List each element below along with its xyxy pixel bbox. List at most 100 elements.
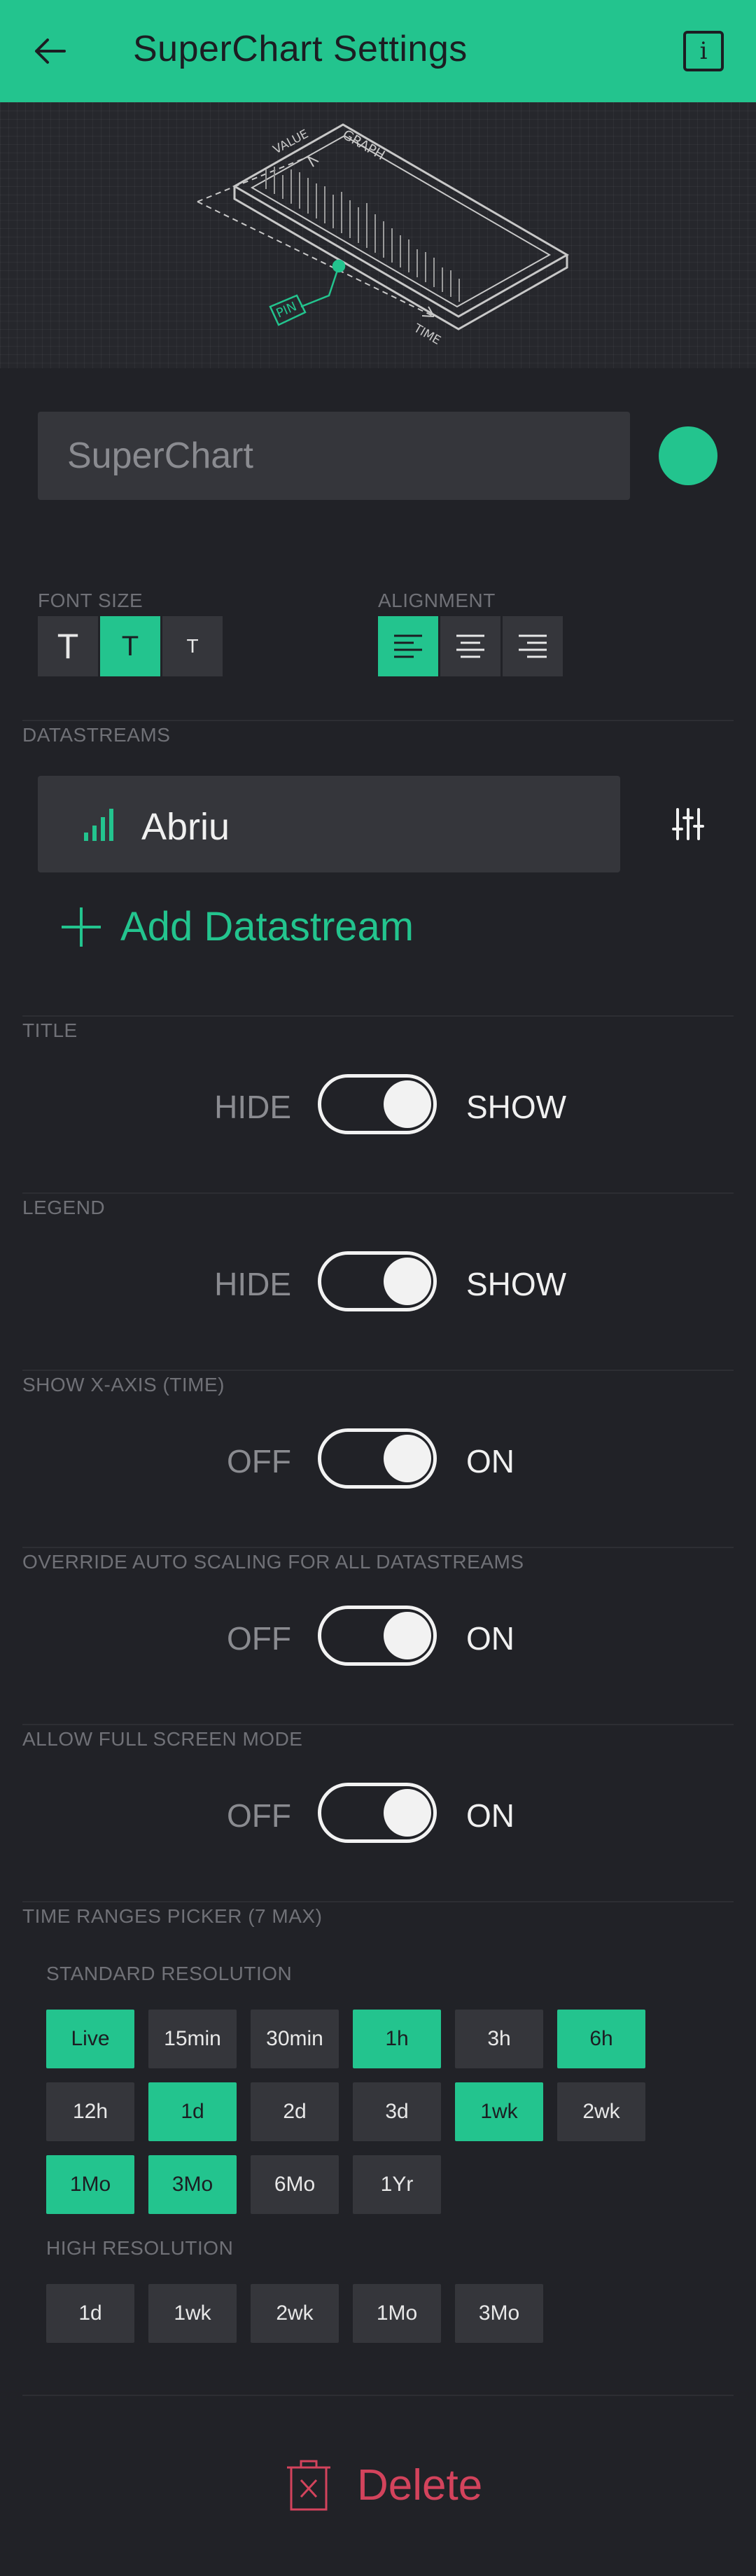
x-axis-section-label: SHOW X-AXIS (TIME) — [22, 1374, 225, 1395]
font-size-medium-glyph: T — [121, 630, 139, 662]
time-range-chip-1d[interactable]: 1d — [148, 2082, 237, 2141]
chip-label: 3h — [487, 2027, 511, 2050]
chip-label: Live — [71, 2027, 110, 2050]
info-icon[interactable]: i — [683, 31, 724, 71]
time-range-chip-3h[interactable]: 3h — [455, 2010, 543, 2068]
chip-label: 6Mo — [274, 2173, 316, 2196]
x-axis-toggle-switch[interactable] — [318, 1428, 437, 1489]
widget-name-value: SuperChart — [67, 436, 253, 476]
add-datastream-button[interactable]: Add Datastream — [62, 903, 414, 950]
high-res-chip-1d[interactable]: 1d — [46, 2284, 134, 2343]
full-screen-toggle-switch[interactable] — [318, 1783, 437, 1843]
time-range-chip-6mo[interactable]: 6Mo — [251, 2155, 339, 2214]
auto-scaling-toggle-row: OFF ON — [0, 1606, 756, 1669]
datastreams-label: DATASTREAMS — [22, 724, 171, 746]
toggle-knob — [384, 1789, 431, 1837]
chip-label: 1Yr — [380, 2173, 414, 2196]
divider — [22, 1192, 734, 1194]
arrow-left-icon[interactable] — [32, 34, 67, 69]
font-size-selector: T T T — [38, 616, 225, 676]
chip-label: 1wk — [480, 2100, 518, 2123]
time-range-chip-3mo[interactable]: 3Mo — [148, 2155, 237, 2214]
auto-scaling-toggle-switch[interactable] — [318, 1606, 437, 1666]
alignment-label: ALIGNMENT — [378, 590, 496, 611]
divider — [22, 1901, 734, 1902]
font-size-large[interactable]: T — [38, 616, 98, 676]
font-size-label: FONT SIZE — [38, 590, 144, 611]
toggle-knob — [384, 1080, 431, 1128]
high-res-chip-1mo[interactable]: 1Mo — [353, 2284, 441, 2343]
time-range-chip-3d[interactable]: 3d — [353, 2082, 441, 2141]
page-title: SuperChart Settings — [133, 29, 468, 69]
chip-label: 3Mo — [172, 2173, 214, 2196]
time-range-chip-30min[interactable]: 30min — [251, 2010, 339, 2068]
chip-label: 3d — [385, 2100, 409, 2123]
app-header: SuperChart Settings i — [0, 0, 756, 102]
divider — [22, 1370, 734, 1371]
chip-label: 2wk — [276, 2302, 314, 2325]
divider — [22, 1015, 734, 1017]
device-graph-illustration: VALUE GRAPH TIME PIN — [197, 123, 570, 348]
time-range-chip-1yr[interactable]: 1Yr — [353, 2155, 441, 2214]
time-range-chip-1mo[interactable]: 1Mo — [46, 2155, 134, 2214]
plus-icon — [62, 907, 101, 947]
widget-name-input[interactable]: SuperChart — [38, 412, 630, 500]
time-range-chip-1h[interactable]: 1h — [353, 2010, 441, 2068]
align-right-icon[interactable] — [503, 616, 563, 676]
full-screen-section-label: ALLOW FULL SCREEN MODE — [22, 1728, 303, 1750]
toggle-knob — [384, 1612, 431, 1659]
align-center-icon[interactable] — [440, 616, 500, 676]
alignment-selector — [378, 616, 565, 676]
font-size-small[interactable]: T — [162, 616, 223, 676]
divider — [22, 1724, 734, 1725]
toggle-on-label: SHOW — [466, 1266, 567, 1302]
title-toggle-switch[interactable] — [318, 1074, 437, 1134]
toggle-knob — [384, 1435, 431, 1482]
chip-label: 2d — [283, 2100, 307, 2123]
chip-label: 12h — [72, 2100, 108, 2123]
info-glyph: i — [699, 37, 708, 65]
toggle-on-label: ON — [466, 1620, 514, 1657]
align-left-icon[interactable] — [378, 616, 438, 676]
chip-label: 1d — [181, 2100, 204, 2123]
high-res-chip-3mo[interactable]: 3Mo — [455, 2284, 543, 2343]
high-resolution-label: HIGH RESOLUTION — [46, 2237, 234, 2259]
time-range-chip-12h[interactable]: 12h — [46, 2082, 134, 2141]
toggle-off-label: HIDE — [214, 1266, 291, 1302]
toggle-on-label: ON — [466, 1443, 514, 1480]
time-range-chip-6h[interactable]: 6h — [557, 2010, 645, 2068]
value-axis-label: VALUE — [271, 127, 311, 157]
legend-toggle-switch[interactable] — [318, 1251, 437, 1311]
font-size-medium[interactable]: T — [100, 616, 160, 676]
divider — [22, 1547, 734, 1548]
chip-label: 3Mo — [478, 2302, 520, 2325]
time-range-chip-1wk[interactable]: 1wk — [455, 2082, 543, 2141]
time-range-chip-2d[interactable]: 2d — [251, 2082, 339, 2141]
time-range-chip-2wk[interactable]: 2wk — [557, 2082, 645, 2141]
high-res-chip-2wk[interactable]: 2wk — [251, 2284, 339, 2343]
sliders-icon[interactable] — [672, 808, 704, 840]
font-size-small-glyph: T — [186, 635, 199, 657]
legend-toggle-row: HIDE SHOW — [0, 1251, 756, 1314]
bar-chart-icon — [84, 809, 113, 841]
x-axis-toggle-row: OFF ON — [0, 1428, 756, 1491]
time-range-chip-15min[interactable]: 15min — [148, 2010, 237, 2068]
standard-resolution-label: STANDARD RESOLUTION — [46, 1963, 293, 1984]
chip-label: 2wk — [582, 2100, 620, 2123]
time-axis-label: TIME — [411, 321, 443, 348]
chip-label: 1Mo — [376, 2302, 418, 2325]
time-range-chip-live[interactable]: Live — [46, 2010, 134, 2068]
delete-button[interactable]: Delete — [286, 2459, 482, 2511]
chip-label: 1wk — [174, 2302, 211, 2325]
divider — [22, 2395, 734, 2396]
title-section-label: TITLE — [22, 1019, 78, 1041]
toggle-off-label: OFF — [227, 1443, 291, 1480]
legend-section-label: LEGEND — [22, 1197, 106, 1218]
chip-label: 1Mo — [69, 2173, 111, 2196]
divider — [22, 720, 734, 721]
datastream-item[interactable]: Abriu — [38, 776, 620, 872]
font-size-large-glyph: T — [57, 627, 79, 666]
toggle-knob — [384, 1258, 431, 1305]
high-res-chip-1wk[interactable]: 1wk — [148, 2284, 237, 2343]
color-picker-button[interactable] — [659, 426, 718, 485]
